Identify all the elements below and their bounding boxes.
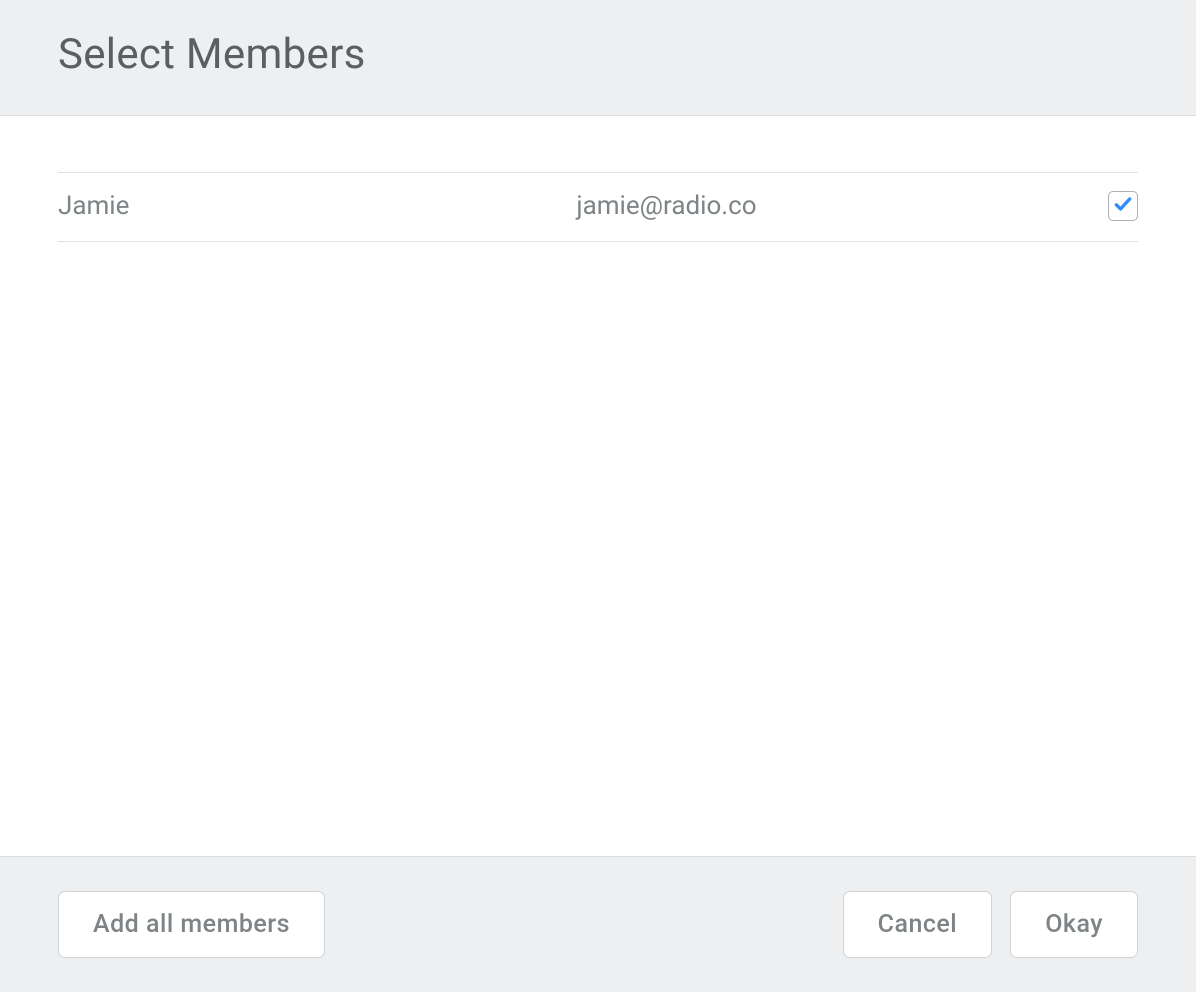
cancel-button[interactable]: Cancel — [843, 891, 993, 958]
member-email: jamie@radio.co — [576, 191, 1108, 221]
dialog-title: Select Members — [58, 30, 1138, 79]
member-name: Jamie — [58, 191, 576, 221]
dialog-footer: Add all members Cancel Okay — [0, 856, 1196, 992]
dialog-header: Select Members — [0, 0, 1196, 116]
okay-button[interactable]: Okay — [1010, 891, 1138, 958]
member-checkbox[interactable] — [1108, 191, 1138, 221]
member-row: Jamie jamie@radio.co — [58, 172, 1138, 242]
footer-right-group: Cancel Okay — [843, 891, 1138, 958]
member-checkbox-wrap — [1108, 191, 1138, 221]
check-icon — [1113, 194, 1133, 218]
member-list: Jamie jamie@radio.co — [0, 116, 1196, 856]
add-all-members-button[interactable]: Add all members — [58, 891, 325, 958]
